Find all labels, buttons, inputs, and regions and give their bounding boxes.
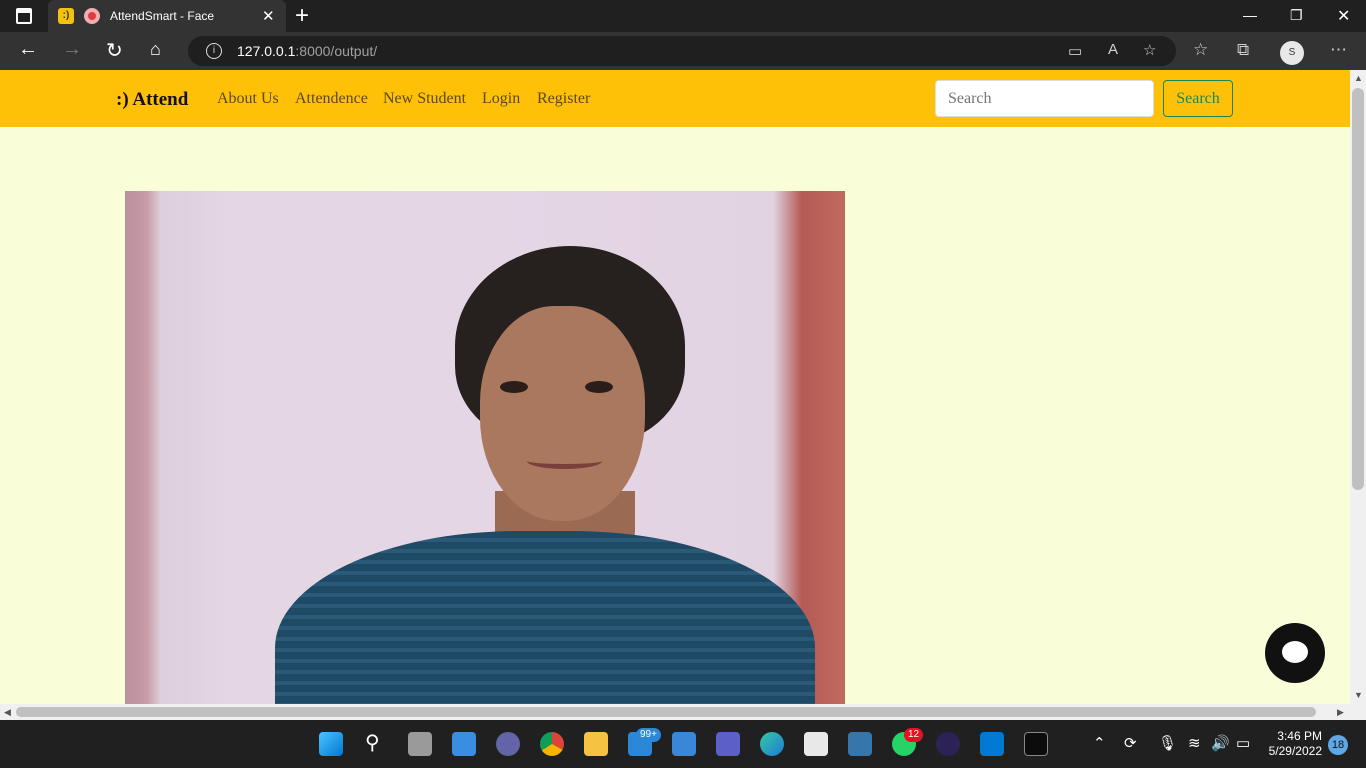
tab-title: AttendSmart - Face <box>110 9 215 23</box>
profile-avatar[interactable]: S <box>1280 41 1304 65</box>
search-input[interactable] <box>935 80 1154 117</box>
clock-date: 5/29/2022 <box>1268 744 1322 758</box>
start-icon[interactable] <box>319 732 343 756</box>
terminal-icon[interactable] <box>1024 732 1048 756</box>
close-tab-icon[interactable]: ✕ <box>262 7 275 25</box>
scroll-down-icon[interactable]: ▼ <box>1354 690 1363 700</box>
clock-time: 3:46 PM <box>1277 729 1322 743</box>
recording-icon <box>84 8 100 24</box>
address-bar[interactable]: i 127.0.0.1:8000/output/ ▭ A ☆ <box>188 36 1176 66</box>
minimize-icon[interactable]: — <box>1243 7 1257 23</box>
address-url[interactable]: 127.0.0.1:8000/output/ <box>237 43 377 59</box>
python-icon[interactable] <box>848 732 872 756</box>
mail-badge: 99+ <box>636 728 661 742</box>
site-navbar: :) Attend About Us Attendence New Studen… <box>0 70 1350 127</box>
add-favorite-icon[interactable]: ☆ <box>1143 41 1156 59</box>
whatsapp-badge: 12 <box>904 728 924 742</box>
browser-titlebar: :) AttendSmart - Face ✕ + — ❐ ✕ <box>0 0 1366 32</box>
store-icon[interactable] <box>672 732 696 756</box>
camera-icon[interactable]: ▭ <box>1068 42 1082 60</box>
widgets-icon[interactable] <box>452 732 476 756</box>
notification-badge[interactable]: 18 <box>1328 735 1348 755</box>
sync-icon[interactable]: ⟳ <box>1124 734 1137 752</box>
site-info-icon[interactable]: i <box>206 43 222 59</box>
collections-icon[interactable]: ⧉ <box>1237 40 1249 60</box>
teams-icon[interactable] <box>716 732 740 756</box>
home-icon[interactable]: ⌂ <box>150 39 161 60</box>
taskbar: ⚲ 99+ 12 ⌃ ⟳ 🎙 ≋ 🔊 ▭ 3:46 PM 5/29/2022 1… <box>0 720 1366 768</box>
restore-icon[interactable]: ❐ <box>1290 7 1303 24</box>
photo-left-eye <box>500 381 528 393</box>
clock[interactable]: 3:46 PM 5/29/2022 <box>1262 729 1322 759</box>
scroll-right-icon[interactable]: ▶ <box>1337 707 1344 718</box>
forward-icon[interactable]: → <box>62 38 82 61</box>
eclipse-icon[interactable] <box>936 732 960 756</box>
task-view-icon[interactable] <box>408 732 432 756</box>
volume-icon[interactable]: 🔊 <box>1211 734 1230 752</box>
back-icon[interactable]: ← <box>18 38 38 61</box>
scrollbar-corner <box>1350 704 1366 720</box>
file-explorer-icon[interactable] <box>584 732 608 756</box>
edge-icon[interactable] <box>760 732 784 756</box>
chevron-up-icon[interactable]: ⌃ <box>1093 734 1106 752</box>
photo-right-eye <box>585 381 613 393</box>
more-menu-icon[interactable]: ⋯ <box>1330 40 1347 60</box>
search-icon[interactable]: ⚲ <box>365 730 380 755</box>
nav-link-attendence[interactable]: Attendence <box>295 90 368 108</box>
horizontal-scroll-thumb[interactable] <box>16 707 1316 717</box>
browser-tab[interactable]: :) AttendSmart - Face ✕ <box>48 0 286 32</box>
wifi-icon[interactable]: ≋ <box>1188 734 1201 752</box>
battery-icon[interactable]: ▭ <box>1236 734 1250 752</box>
read-aloud-icon[interactable]: A <box>1108 41 1118 58</box>
tab-actions-icon[interactable] <box>16 8 32 24</box>
refresh-icon[interactable]: ↻ <box>106 38 123 63</box>
browser-toolbar: ← → ↻ ⌂ i 127.0.0.1:8000/output/ ▭ A ☆ ☆… <box>0 32 1366 70</box>
nav-link-register[interactable]: Register <box>537 90 590 108</box>
new-tab-button[interactable]: + <box>295 2 309 30</box>
page-viewport: :) Attend About Us Attendence New Studen… <box>0 70 1350 704</box>
chat-icon[interactable] <box>496 732 520 756</box>
nav-link-about[interactable]: About Us <box>217 90 279 108</box>
nav-link-new-student[interactable]: New Student <box>383 90 466 108</box>
vertical-scroll-thumb[interactable] <box>1352 88 1364 490</box>
site-brand[interactable]: :) Attend <box>116 89 188 111</box>
photo-face <box>480 306 645 521</box>
webcam-face-image <box>125 191 845 704</box>
search-button[interactable]: Search <box>1163 80 1233 117</box>
vscode-icon[interactable] <box>980 732 1004 756</box>
favorites-icon[interactable]: ☆ <box>1193 40 1208 60</box>
microphone-icon[interactable]: 🎙 <box>1158 734 1177 752</box>
chat-widget-icon[interactable] <box>1265 623 1325 683</box>
chrome-icon[interactable] <box>540 732 564 756</box>
scroll-left-icon[interactable]: ◀ <box>4 707 11 718</box>
close-window-icon[interactable]: ✕ <box>1337 6 1350 26</box>
photo-shirt <box>275 531 815 704</box>
scroll-up-icon[interactable]: ▲ <box>1354 73 1363 83</box>
photo-smile <box>527 453 602 469</box>
python-file-icon[interactable] <box>804 732 828 756</box>
site-favicon-icon: :) <box>58 8 74 24</box>
nav-link-login[interactable]: Login <box>482 90 520 108</box>
